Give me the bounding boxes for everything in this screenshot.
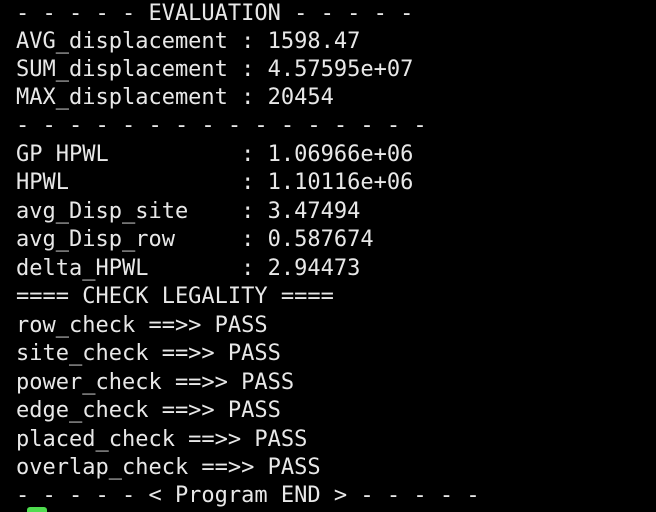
terminal-window[interactable]: - - - - - EVALUATION - - - - - AVG_displ…: [0, 0, 656, 512]
avg-disp-site-line: avg_Disp_site : 3.47494: [16, 199, 361, 224]
avg-displacement-line: AVG_displacement : 1598.47: [16, 29, 361, 54]
site-check-line: site_check ==>> PASS: [16, 341, 281, 366]
program-end-line: - - - - - < Program END > - - - - -: [16, 483, 480, 508]
hpwl-line: HPWL : 1.10116e+06: [16, 170, 414, 195]
evaluation-header: - - - - - EVALUATION - - - - -: [16, 1, 414, 26]
cursor-icon: [27, 507, 47, 512]
row-check-line: row_check ==>> PASS: [16, 313, 268, 338]
power-check-line: power_check ==>> PASS: [16, 370, 295, 395]
overlap-check-line: overlap_check ==>> PASS: [16, 455, 321, 480]
max-displacement-line: MAX_displacement : 20454: [16, 85, 334, 110]
avg-disp-row-line: avg_Disp_row : 0.587674: [16, 227, 374, 252]
placed-check-line: placed_check ==>> PASS: [16, 427, 308, 452]
delta-hpwl-line: delta_HPWL : 2.94473: [16, 256, 361, 281]
sum-displacement-line: SUM_displacement : 4.57595e+07: [16, 57, 414, 82]
edge-check-line: edge_check ==>> PASS: [16, 398, 281, 423]
gp-hpwl-line: GP HPWL : 1.06966e+06: [16, 142, 414, 167]
separator-line: - - - - - - - - - - - - - - - -: [16, 113, 427, 138]
check-legality-header: ==== CHECK LEGALITY ====: [16, 284, 334, 309]
